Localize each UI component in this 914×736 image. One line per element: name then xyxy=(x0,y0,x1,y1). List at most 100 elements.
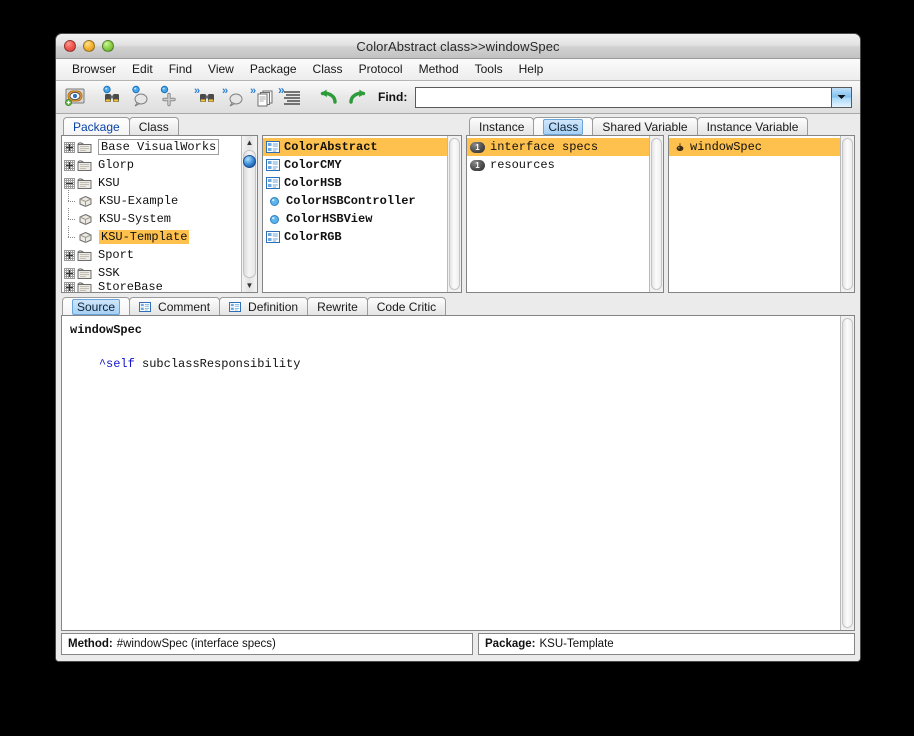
scroll-down-arrow-icon[interactable]: ▼ xyxy=(243,279,256,292)
scrollbar-track[interactable] xyxy=(842,138,853,290)
tree-item-label: StoreBase xyxy=(98,282,163,292)
scrollbar-track[interactable] xyxy=(651,138,662,290)
source-editor[interactable]: windowSpec ^self subclassResponsibility xyxy=(61,315,855,631)
count-badge: 1 xyxy=(470,159,485,171)
menu-class[interactable]: Class xyxy=(305,61,351,78)
tree-item[interactable]: Glorp xyxy=(62,156,241,174)
source-code-text[interactable]: windowSpec ^self subclassResponsibility xyxy=(62,316,840,630)
copy-icon[interactable]: » xyxy=(250,84,276,110)
tree-item[interactable]: KSU xyxy=(62,174,241,192)
tree-item[interactable]: KSU-Example xyxy=(62,190,241,210)
add-icon[interactable] xyxy=(156,84,182,110)
package-icon xyxy=(77,177,92,190)
menu-edit[interactable]: Edit xyxy=(124,61,161,78)
undo-icon[interactable] xyxy=(316,84,342,110)
doc-icon xyxy=(139,301,152,312)
list-item[interactable]: ColorRGB xyxy=(263,228,447,246)
class-icon xyxy=(266,231,280,243)
list-item-label: resources xyxy=(490,158,555,172)
method-list-scrollbar[interactable] xyxy=(840,136,854,292)
scrollbar-track[interactable] xyxy=(842,318,853,628)
list-item[interactable]: ColorHSBController xyxy=(263,192,447,210)
list-item[interactable]: 1 resources xyxy=(467,156,649,174)
method-list[interactable]: windowSpec xyxy=(668,135,855,293)
expander-plus-icon[interactable] xyxy=(64,141,75,153)
list-item[interactable]: ColorHSB xyxy=(263,174,447,192)
tab-instance[interactable]: Instance xyxy=(469,117,535,135)
tab-definition[interactable]: Definition xyxy=(219,297,309,315)
menu-method[interactable]: Method xyxy=(411,61,467,78)
list-item-label: ColorCMY xyxy=(284,158,342,172)
tab-source[interactable]: Source xyxy=(62,297,131,315)
expander-plus-icon[interactable] xyxy=(64,282,75,292)
zoom-button[interactable] xyxy=(102,40,114,52)
count-badge: 1 xyxy=(470,141,485,153)
tab-rewrite[interactable]: Rewrite xyxy=(307,297,368,315)
tree-item[interactable]: KSU-System xyxy=(62,208,241,228)
tab-comment[interactable]: Comment xyxy=(129,297,221,315)
tree-item[interactable]: Base VisualWorks xyxy=(62,138,241,156)
protocol-list-scrollbar[interactable] xyxy=(649,136,663,292)
tab-class[interactable]: Class xyxy=(128,117,179,135)
tab-package[interactable]: Package xyxy=(63,117,130,135)
find-senders-icon[interactable] xyxy=(100,84,126,110)
menu-find[interactable]: Find xyxy=(161,61,200,78)
browser-window: ColorAbstract class>>windowSpec Browser … xyxy=(55,33,861,662)
menu-bar: Browser Edit Find View Package Class Pro… xyxy=(56,59,860,81)
class-list[interactable]: ColorAbstract ColorCMY ColorHSB ColorHSB… xyxy=(262,135,462,293)
tab-class-protocol[interactable]: Class xyxy=(533,117,594,135)
format-icon[interactable]: » xyxy=(278,84,304,110)
list-item[interactable]: 1 interface specs xyxy=(467,138,649,156)
class-icon xyxy=(266,177,280,189)
protocol-list[interactable]: 1 interface specs 1 resources xyxy=(466,135,664,293)
minimize-button[interactable] xyxy=(83,40,95,52)
chevron-down-icon[interactable] xyxy=(831,86,852,108)
search-input[interactable] xyxy=(415,86,831,108)
expander-minus-icon[interactable] xyxy=(64,177,75,189)
scrollbar-track[interactable] xyxy=(243,150,256,278)
svg-text:»: » xyxy=(222,85,228,97)
list-item[interactable]: ColorAbstract xyxy=(263,138,447,156)
browse-icon[interactable] xyxy=(62,84,88,110)
svg-text:»: » xyxy=(194,85,200,97)
editor-scrollbar[interactable] xyxy=(840,316,854,630)
screen: ColorAbstract class>>windowSpec Browser … xyxy=(0,0,914,736)
menu-package[interactable]: Package xyxy=(242,61,305,78)
redo-icon[interactable] xyxy=(344,84,370,110)
menu-protocol[interactable]: Protocol xyxy=(351,61,411,78)
menu-view[interactable]: View xyxy=(200,61,242,78)
scrollbar-track[interactable] xyxy=(449,138,460,290)
scrollbar-thumb[interactable] xyxy=(243,155,256,168)
tab-instance-variable[interactable]: Instance Variable xyxy=(696,117,809,135)
menu-tools[interactable]: Tools xyxy=(467,61,511,78)
next-implementors-icon[interactable]: » xyxy=(222,84,248,110)
list-item[interactable]: ColorCMY xyxy=(263,156,447,174)
close-button[interactable] xyxy=(64,40,76,52)
tree-item[interactable]: StoreBase xyxy=(62,282,241,292)
tree-item[interactable]: Sport xyxy=(62,246,241,264)
menu-browser[interactable]: Browser xyxy=(64,61,124,78)
menu-help[interactable]: Help xyxy=(511,61,552,78)
window-controls xyxy=(64,34,114,58)
package-tabstrip: Package Class xyxy=(61,116,258,135)
list-item[interactable]: ColorHSBView xyxy=(263,210,447,228)
tree-item-selected[interactable]: KSU-Template xyxy=(62,226,241,246)
next-senders-icon[interactable]: » xyxy=(194,84,220,110)
package-tree-scrollbar[interactable]: ▲ ▼ xyxy=(241,136,257,292)
svg-text:»: » xyxy=(250,85,256,97)
class-list-scrollbar[interactable] xyxy=(447,136,461,292)
tab-source-label: Source xyxy=(72,298,121,315)
list-item[interactable]: windowSpec xyxy=(669,138,840,156)
package-tree[interactable]: Base VisualWorks Glorp KSU KSU-Example K… xyxy=(61,135,258,293)
tree-item[interactable]: SSK xyxy=(62,264,241,282)
scroll-up-arrow-icon[interactable]: ▲ xyxy=(243,136,256,149)
package-icon xyxy=(77,282,92,292)
status-package-value: KSU-Template xyxy=(539,638,614,650)
tab-code-critic[interactable]: Code Critic xyxy=(366,297,447,315)
expander-plus-icon[interactable] xyxy=(64,267,75,279)
expander-plus-icon[interactable] xyxy=(64,249,75,261)
package-pane: Package Class Base VisualWorks Glorp KSU… xyxy=(56,114,258,295)
tab-shared-variable[interactable]: Shared Variable xyxy=(592,117,698,135)
expander-plus-icon[interactable] xyxy=(64,159,75,171)
find-implementors-icon[interactable] xyxy=(128,84,154,110)
